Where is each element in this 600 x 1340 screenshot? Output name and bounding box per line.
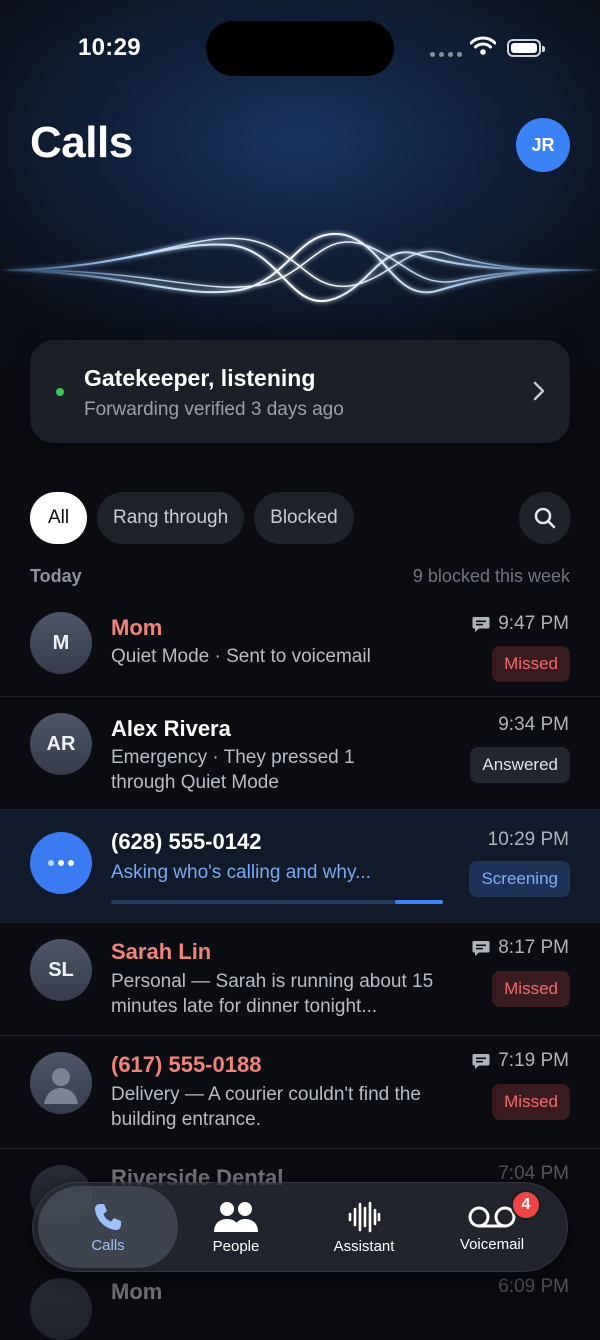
contact-avatar: M — [30, 612, 92, 674]
dynamic-island — [206, 21, 394, 76]
people-icon — [214, 1201, 258, 1232]
chevron-right-icon — [533, 381, 545, 401]
section-label: Today — [30, 566, 82, 586]
screening-transcript: Asking who's calling and why... — [111, 862, 371, 883]
filter-blocked[interactable]: Blocked — [254, 492, 354, 544]
message-icon — [472, 1053, 490, 1069]
tab-voicemail[interactable]: Voicemail — [422, 1186, 562, 1268]
caller-name: Mom — [111, 615, 163, 640]
gatekeeper-subtitle: Forwarding verified 3 days ago — [84, 399, 344, 420]
person-icon — [44, 1068, 78, 1104]
call-time-text: 9:47 PM — [498, 613, 569, 634]
page-title: Calls — [30, 118, 133, 167]
call-time: 9:34 PM — [498, 714, 569, 735]
voice-wave-graphic — [0, 232, 600, 303]
call-description: Quiet Mode · Sent to voicemail — [111, 646, 371, 667]
screening-progress — [111, 900, 443, 904]
status-badge: Missed — [492, 646, 570, 682]
screening-avatar — [30, 832, 92, 894]
call-row-screening[interactable]: (628) 555-0142 Asking who's calling and … — [0, 810, 600, 923]
caller-name: Alex Rivera — [111, 716, 231, 741]
call-row[interactable]: SL Sarah Lin Personal — Sarah is running… — [0, 923, 600, 1036]
caller-name: Mom — [111, 1279, 163, 1304]
call-time-text: 8:17 PM — [498, 937, 569, 958]
caller-number: (628) 555-0142 — [111, 829, 262, 854]
tab-assistant[interactable]: Assistant — [294, 1186, 434, 1268]
call-time: 6:09 PM — [498, 1276, 569, 1297]
screening-progress-fill — [395, 900, 443, 904]
call-row[interactable]: (617) 555-0188 Delivery — A courier coul… — [0, 1036, 600, 1149]
waveform-icon — [348, 1201, 381, 1232]
tab-assistant-label: Assistant — [333, 1237, 395, 1255]
tab-calls[interactable]: Calls — [38, 1186, 178, 1268]
tab-calls-label: Calls — [91, 1236, 125, 1254]
blocked-summary: 9 blocked this week — [412, 566, 570, 586]
filter-rang-through[interactable]: Rang through — [97, 492, 245, 544]
status-badge: Answered — [470, 747, 570, 783]
search-button[interactable] — [519, 492, 571, 544]
battery-icon — [507, 39, 545, 57]
unknown-contact-avatar — [30, 1052, 92, 1114]
phone-icon — [95, 1203, 121, 1230]
status-badge: Missed — [492, 971, 570, 1007]
call-time-text: 7:19 PM — [498, 1050, 569, 1071]
listening-status-dot — [56, 388, 64, 396]
tab-bar: Calls People Assistant Voicemail — [32, 1182, 568, 1272]
search-icon — [534, 507, 556, 529]
call-description-text: Personal — Sarah is running about 15 min… — [111, 971, 434, 1017]
voicemail-count-badge: 4 — [511, 1190, 541, 1220]
message-icon — [472, 616, 490, 632]
call-time: 10:29 PM — [487, 829, 569, 850]
gatekeeper-title: Gatekeeper, listening — [84, 365, 316, 391]
status-badge: Missed — [492, 1084, 570, 1120]
call-time: 8:17 PM — [472, 937, 569, 959]
call-row[interactable]: AR Alex Rivera Emergency · They pressed … — [0, 697, 600, 810]
caller-name: Sarah Lin — [111, 939, 212, 964]
tab-people[interactable]: People — [166, 1186, 306, 1268]
call-time: 9:47 PM — [472, 613, 569, 635]
wifi-icon — [470, 36, 496, 55]
call-description: Personal — Sarah is running about 15 min… — [111, 969, 451, 1019]
contact-avatar — [30, 1278, 92, 1340]
gatekeeper-card[interactable]: Gatekeeper, listening Forwarding verifie… — [30, 340, 570, 443]
caller-number: (617) 555-0188 — [111, 1052, 262, 1077]
status-time: 10:29 — [78, 34, 141, 61]
status-bar: 10:29 — [0, 0, 600, 96]
tab-voicemail-label: Voicemail — [459, 1235, 525, 1253]
profile-avatar[interactable]: JR — [516, 118, 570, 172]
status-badge: Screening — [469, 861, 570, 897]
call-row[interactable]: M Mom Quiet Mode · Sent to voicemail 9:4… — [0, 596, 600, 697]
filter-chips: All Rang through Blocked — [30, 492, 354, 544]
call-description: Delivery — A courier couldn't find the b… — [111, 1084, 421, 1130]
call-time: 7:19 PM — [472, 1050, 569, 1072]
tab-people-label: People — [212, 1237, 260, 1255]
contact-avatar: SL — [30, 939, 92, 1001]
signal-icon — [430, 52, 462, 57]
message-icon — [472, 940, 490, 956]
contact-avatar: AR — [30, 713, 92, 775]
filter-all[interactable]: All — [30, 492, 87, 544]
call-description: Emergency · They pressed 1 through Quiet… — [111, 747, 355, 793]
ellipsis-icon — [48, 860, 74, 866]
